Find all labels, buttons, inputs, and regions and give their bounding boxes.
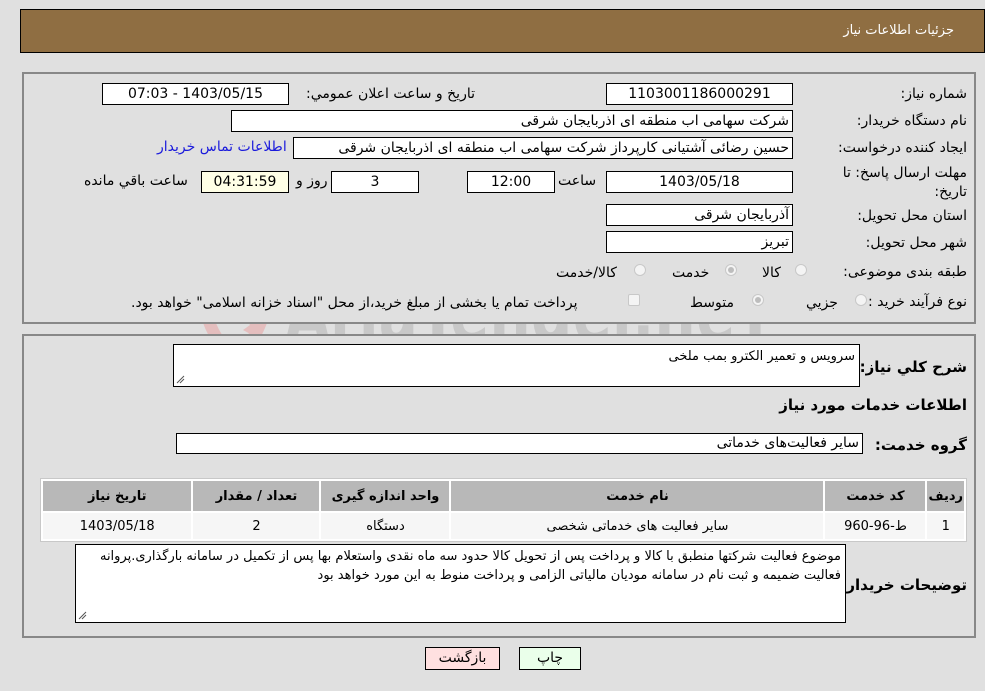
resize-grip-icon[interactable] [176, 375, 185, 384]
process-option-medium: متوسط [690, 295, 734, 311]
process-option-minor: جزيي [806, 295, 838, 311]
description-text: سرویس و تعمیر الکترو بمب ملخی [668, 349, 856, 364]
description-label: شرح کلي نیاز: [859, 358, 967, 376]
deadline-time-label: ساعت [558, 173, 597, 189]
column-header-quantity: تعداد / مقدار [193, 481, 320, 511]
page-header: جزئیات اطلاعات نیاز [20, 9, 985, 53]
announce-datetime-field: 1403/05/15 - 07:03 [102, 83, 289, 105]
days-remaining-field: 3 [331, 171, 419, 193]
cell-need-date: 1403/05/18 [43, 513, 192, 539]
category-option-goods: کالا [762, 265, 781, 281]
category-radio-service[interactable] [725, 264, 737, 276]
cell-service-name: سایر فعالیت های خدماتی شخصی [451, 513, 824, 539]
table-row: 1 ط-96-960 سایر فعالیت های خدماتی شخصی د… [43, 513, 964, 539]
announce-datetime-label: تاریخ و ساعت اعلان عمومي: [306, 86, 475, 102]
need-number-label: شماره نیاز: [900, 86, 968, 102]
delivery-city-field: تبریز [606, 231, 793, 253]
category-radio-goods-service[interactable] [634, 264, 646, 276]
buyer-notes-text: موضوع فعالیت شرکتها منطبق با کالا و پردا… [99, 549, 841, 583]
delivery-province-field: آذربایجان شرقی [606, 204, 793, 226]
deadline-date-field: 1403/05/18 [606, 171, 793, 193]
cell-row-number: 1 [927, 513, 964, 539]
column-header-need-date: تاریخ نیاز [43, 481, 192, 511]
process-radio-medium[interactable] [752, 294, 764, 306]
delivery-city-label: شهر محل تحویل: [865, 235, 967, 251]
resize-grip-icon[interactable] [78, 611, 87, 620]
print-button[interactable]: چاپ [519, 647, 581, 670]
column-header-row-number: ردیف [927, 481, 964, 511]
column-header-service-code: کد خدمت [825, 481, 926, 511]
remaining-time-label: ساعت باقي مانده [84, 173, 188, 189]
column-header-service-name: نام خدمت [451, 481, 824, 511]
page-title: جزئیات اطلاعات نیاز [843, 23, 954, 38]
purchase-process-label: نوع فرآیند خرید : [868, 294, 967, 310]
request-creator-label: ایجاد کننده درخواست: [838, 140, 967, 156]
cell-service-code: ط-96-960 [825, 513, 926, 539]
need-number-field: 1103001186000291 [606, 83, 793, 105]
treasury-checkbox[interactable] [628, 294, 640, 306]
buyer-org-label: نام دستگاه خریدار: [856, 113, 967, 129]
buyer-notes-label: توضیحات خریدار: [840, 576, 967, 594]
description-textarea[interactable]: سرویس و تعمیر الکترو بمب ملخی [173, 344, 860, 387]
services-section-title: اطلاعات خدمات مورد نیاز [779, 396, 967, 414]
buyer-contact-link[interactable]: اطلاعات تماس خریدار [157, 139, 287, 155]
back-button[interactable]: بازگشت [425, 647, 500, 670]
delivery-province-label: استان محل تحویل: [857, 208, 967, 224]
process-radio-minor[interactable] [855, 294, 867, 306]
table-header-row: ردیف کد خدمت نام خدمت واحد اندازه گیری ت… [43, 481, 964, 511]
days-label: روز و [296, 173, 328, 189]
remaining-time-field: 04:31:59 [201, 171, 289, 193]
buyer-org-field: شرکت سهامی اب منطقه ای اذربایجان شرقی [231, 110, 793, 132]
buyer-notes-textarea[interactable]: موضوع فعالیت شرکتها منطبق با کالا و پردا… [75, 544, 846, 623]
cell-quantity: 2 [193, 513, 320, 539]
request-creator-field: حسین رضائی آشتیانی کارپرداز شرکت سهامی ا… [293, 137, 793, 159]
category-option-goods-service: کالا/خدمت [556, 265, 617, 281]
category-radio-goods[interactable] [795, 264, 807, 276]
services-table: ردیف کد خدمت نام خدمت واحد اندازه گیری ت… [40, 478, 967, 542]
cell-unit: دستگاه [321, 513, 450, 539]
category-label: طبقه بندی موضوعی: [843, 264, 967, 280]
deadline-time-field: 12:00 [467, 171, 555, 193]
service-group-field: سایر فعالیت‌های خدماتی [176, 433, 863, 454]
treasury-note: پرداخت تمام یا بخشی از مبلغ خرید،از محل … [131, 295, 578, 311]
deadline-label: مهلت ارسال پاسخ: تا تاریخ: [842, 165, 967, 200]
service-group-label: گروه خدمت: [874, 436, 967, 454]
column-header-unit: واحد اندازه گیری [321, 481, 450, 511]
category-option-service: خدمت [672, 265, 710, 281]
